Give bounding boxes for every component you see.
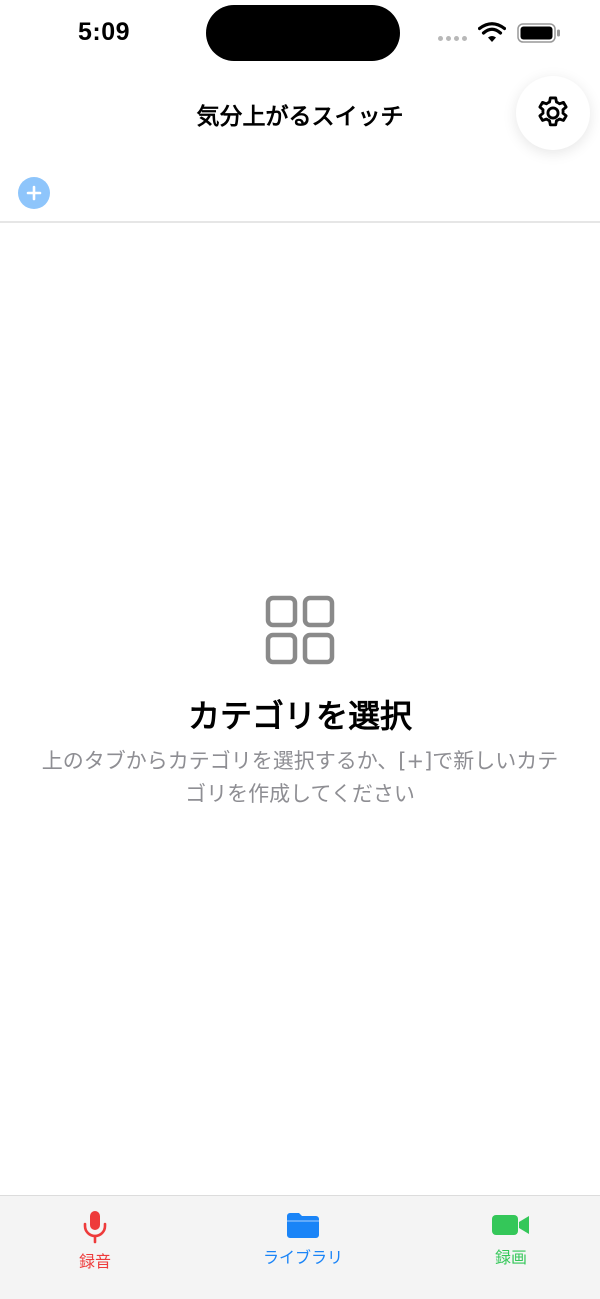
tab-record-label: 録音 (78, 1252, 111, 1271)
dynamic-island (206, 5, 400, 61)
tab-library[interactable]: ライブラリ (238, 1210, 368, 1268)
wifi-icon (478, 22, 506, 42)
settings-button[interactable] (516, 76, 590, 150)
empty-state: カテゴリを選択 上のタブからカテゴリを選択するか、[+]で新しいカテゴリを作成し… (0, 595, 600, 811)
folder-icon (287, 1213, 319, 1238)
plus-icon (26, 185, 42, 201)
tab-record[interactable]: 録音 (30, 1210, 160, 1272)
status-time: 5:09 (78, 18, 131, 46)
add-category-button[interactable] (18, 177, 50, 209)
cellular-signal-icon (438, 36, 467, 41)
tab-video[interactable]: 録画 (446, 1210, 576, 1268)
grid-icon (265, 595, 335, 665)
empty-state-title: カテゴリを選択 (187, 697, 412, 735)
page-title: 気分上がるスイッチ (196, 104, 404, 130)
battery-icon (517, 23, 560, 43)
empty-state-message: 上のタブからカテゴリを選択するか、[+]で新しいカテゴリを作成してください (41, 749, 559, 806)
microphone-icon (83, 1211, 107, 1244)
bottom-tab-bar: 録音 ライブラリ 録画 (0, 1195, 600, 1299)
tab-video-label: 録画 (494, 1248, 527, 1267)
gear-icon (538, 96, 568, 127)
status-bar: 5:09 (0, 0, 600, 70)
video-camera-icon (492, 1215, 529, 1235)
divider (0, 221, 600, 223)
tab-library-label: ライブラリ (262, 1248, 343, 1267)
